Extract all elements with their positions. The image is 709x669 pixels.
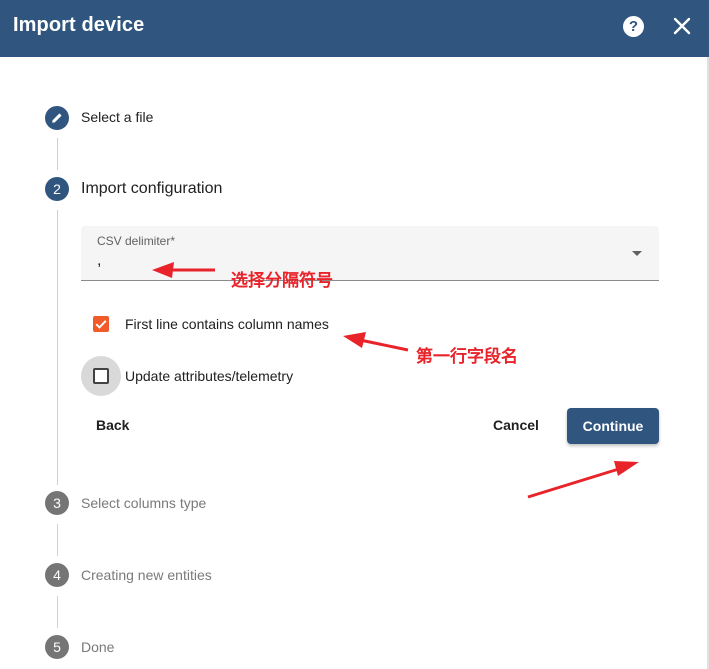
annotation-arrow (527, 466, 623, 499)
annotation-arrowhead (614, 461, 639, 476)
annotation-arrowhead (343, 332, 366, 348)
annotation-arrow (359, 338, 409, 352)
annotation-delimiter-note: 选择分隔符号 (231, 271, 333, 291)
annotation-first-line-note: 第一行字段名 (416, 347, 518, 367)
annotation-arrows (152, 262, 639, 499)
annotation-arrowhead (152, 262, 174, 278)
